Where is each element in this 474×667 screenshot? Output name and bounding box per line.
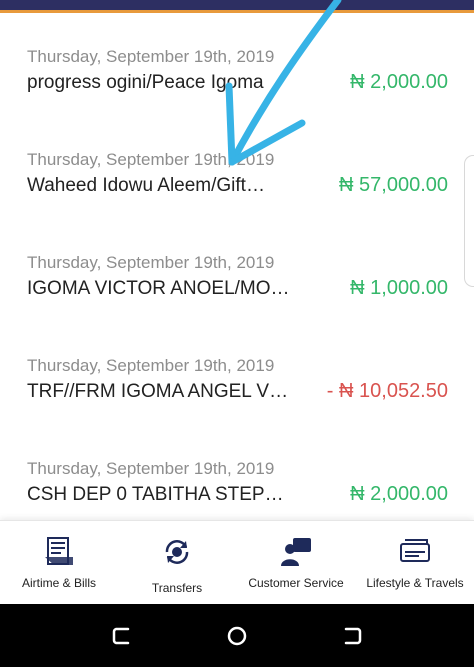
transaction-description: TRF//FRM IGOMA ANGEL V…	[27, 381, 289, 402]
back-icon[interactable]	[341, 625, 363, 647]
side-scroll-handle[interactable]	[464, 155, 474, 287]
system-navigation-bar	[0, 604, 474, 667]
nav-label: Customer Service	[248, 576, 344, 590]
customer-service-icon	[281, 538, 311, 566]
transaction-description: Waheed Idowu Aleem/Gift…	[27, 175, 265, 196]
transaction-amount: ₦ 2,000.00	[350, 71, 448, 93]
transaction-amount: ₦ 57,000.00	[339, 174, 448, 196]
nav-label: Airtime & Bills	[21, 576, 96, 590]
nav-customer-service[interactable]: Customer Service	[236, 521, 356, 605]
transaction-date: Thursday, September 19th, 2019	[27, 253, 275, 272]
recents-icon[interactable]	[111, 625, 133, 647]
transaction-date: Thursday, September 19th, 2019	[27, 356, 275, 375]
nav-lifestyle-travels[interactable]: Lifestyle & Travels	[356, 521, 474, 605]
transaction-date: Thursday, September 19th, 2019	[27, 47, 275, 66]
transaction-row[interactable]: Thursday, September 19th, 2019 IGOMA VIC…	[0, 219, 474, 319]
transaction-row[interactable]: Thursday, September 19th, 2019 TRF//FRM …	[0, 322, 474, 422]
transaction-date: Thursday, September 19th, 2019	[27, 459, 275, 478]
transaction-description: IGOMA VICTOR ANOEL/MO…	[27, 278, 290, 299]
transaction-description: progress ogini/Peace Igoma	[27, 72, 264, 93]
transaction-date: Thursday, September 19th, 2019	[27, 150, 275, 169]
transaction-amount: ₦ 2,000.00	[350, 483, 448, 505]
nav-transfers[interactable]: Transfers	[118, 521, 236, 605]
transfer-cycle-icon	[165, 540, 189, 564]
nav-label: Lifestyle & Travels	[366, 576, 464, 590]
transaction-row[interactable]: Thursday, September 19th, 2019 Waheed Id…	[0, 116, 474, 216]
transaction-description: CSH DEP 0 TABITHA STEP…	[27, 484, 284, 505]
ticket-icon	[400, 539, 430, 562]
transaction-amount: - ₦ 10,052.50	[326, 380, 448, 402]
home-circle-icon[interactable]	[226, 625, 248, 647]
transaction-row[interactable]: Thursday, September 19th, 2019 progress …	[0, 13, 474, 113]
transaction-row[interactable]: Thursday, September 19th, 2019 CSH DEP 0…	[0, 425, 474, 520]
transaction-list[interactable]: Thursday, September 19th, 2019 progress …	[0, 13, 474, 520]
transaction-amount: ₦ 1,000.00	[350, 277, 448, 299]
bottom-navigation: Airtime & Bills Transfers Customer Servi…	[0, 520, 474, 605]
app-header-bar	[0, 0, 474, 10]
nav-airtime-bills[interactable]: Airtime & Bills	[0, 521, 118, 605]
bill-receipt-icon	[45, 537, 73, 565]
nav-label: Transfers	[151, 581, 203, 595]
